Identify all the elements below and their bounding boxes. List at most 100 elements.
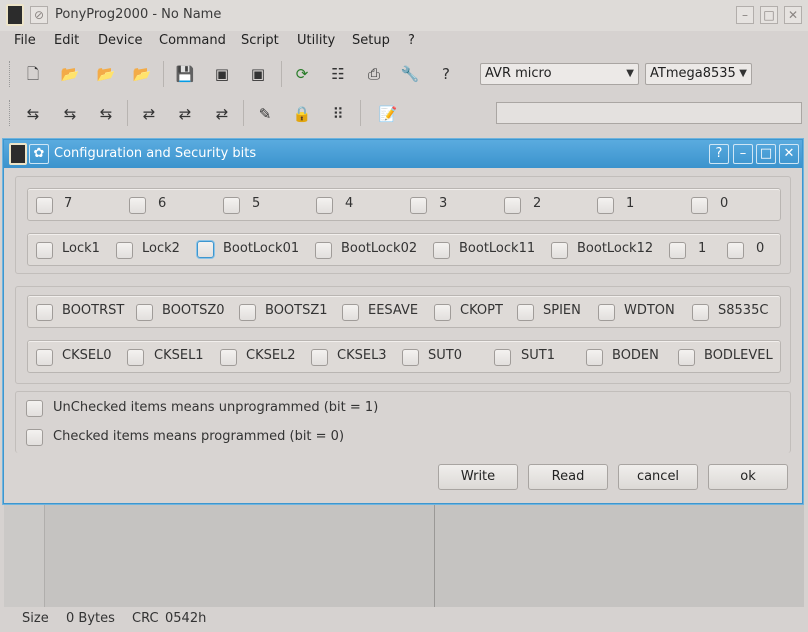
bootrst-checkbox[interactable] bbox=[36, 304, 53, 321]
boden-checkbox[interactable] bbox=[586, 349, 603, 366]
menu-device[interactable]: Device bbox=[98, 33, 142, 48]
toolbar-grip[interactable] bbox=[9, 100, 13, 126]
sut1-checkbox[interactable] bbox=[494, 349, 511, 366]
legend-checked-checkbox[interactable] bbox=[26, 429, 43, 446]
bootsz0-checkbox[interactable] bbox=[136, 304, 153, 321]
maximize-icon[interactable]: □ bbox=[760, 6, 778, 24]
dialog-minimize-icon[interactable]: – bbox=[733, 144, 753, 164]
menu-file[interactable]: File bbox=[14, 33, 36, 48]
bit-3-checkbox[interactable] bbox=[410, 197, 427, 214]
bit-7-checkbox[interactable] bbox=[36, 197, 53, 214]
print-icon[interactable]: ⎙ bbox=[361, 62, 387, 86]
minimize-icon[interactable]: – bbox=[736, 6, 754, 24]
write-data-icon[interactable]: ⇄ bbox=[209, 102, 235, 126]
app-icon[interactable] bbox=[6, 4, 24, 26]
cksel3-checkbox[interactable] bbox=[311, 349, 328, 366]
eesave-checkbox[interactable] bbox=[342, 304, 359, 321]
read-program-icon[interactable]: ⇆ bbox=[57, 102, 83, 126]
dialog-menu-icon[interactable]: ✿ bbox=[29, 144, 49, 164]
toolbar-separator bbox=[127, 100, 128, 126]
menu-command[interactable]: Command bbox=[159, 33, 226, 48]
cksel0-checkbox[interactable] bbox=[36, 349, 53, 366]
write-all-icon[interactable]: ⇄ bbox=[136, 102, 162, 126]
bootlock01-checkbox[interactable] bbox=[197, 241, 214, 258]
read-all-icon[interactable]: ⇆ bbox=[20, 102, 46, 126]
bodlevel-checkbox[interactable] bbox=[678, 349, 695, 366]
menu-script[interactable]: Script bbox=[241, 33, 279, 48]
cksel1-checkbox[interactable] bbox=[127, 349, 144, 366]
bit-2-checkbox[interactable] bbox=[504, 197, 521, 214]
bit-6-checkbox[interactable] bbox=[129, 197, 146, 214]
open-program-icon[interactable]: 📂 bbox=[93, 62, 119, 86]
setup-icon[interactable]: 🔧 bbox=[397, 62, 423, 86]
bootlock12-label: BootLock12 bbox=[577, 241, 654, 256]
reload-icon[interactable]: ⟳ bbox=[289, 62, 315, 86]
lock-bit-0-label: 0 bbox=[756, 241, 765, 256]
cancel-button[interactable]: cancel bbox=[618, 464, 698, 490]
config-bits-icon[interactable]: ⠿ bbox=[325, 102, 351, 126]
note-field[interactable] bbox=[496, 102, 802, 124]
toolbar-separator bbox=[360, 100, 361, 126]
menu-setup[interactable]: Setup bbox=[352, 33, 390, 48]
bit-1-checkbox[interactable] bbox=[597, 197, 614, 214]
save-program-icon[interactable]: ▣ bbox=[209, 62, 235, 86]
new-file-icon[interactable]: 🗋 bbox=[20, 62, 46, 86]
bit-4-checkbox[interactable] bbox=[316, 197, 333, 214]
write-program-icon[interactable]: ⇄ bbox=[172, 102, 198, 126]
lock-icon[interactable]: 🔒 bbox=[289, 102, 315, 126]
menu-utility[interactable]: Utility bbox=[297, 33, 335, 48]
bootlock11-checkbox[interactable] bbox=[433, 242, 450, 259]
lock2-checkbox[interactable] bbox=[116, 242, 133, 259]
dialog-maximize-icon[interactable]: □ bbox=[756, 144, 776, 164]
close-icon[interactable]: ✕ bbox=[784, 6, 802, 24]
device-family-value: AVR micro bbox=[485, 66, 552, 81]
bootsz0-label: BOOTSZ0 bbox=[162, 303, 225, 318]
bit-3-label: 3 bbox=[439, 196, 448, 211]
toolbar-grip[interactable] bbox=[9, 61, 13, 87]
dialog-close-icon[interactable]: ✕ bbox=[779, 144, 799, 164]
wdton-checkbox[interactable] bbox=[598, 304, 615, 321]
save-icon[interactable]: 💾 bbox=[172, 62, 198, 86]
lock-bit-0-checkbox[interactable] bbox=[727, 242, 744, 259]
bit-5-label: 5 bbox=[252, 196, 261, 211]
dialog-app-icon bbox=[9, 143, 27, 165]
device-model-select[interactable]: ATmega8535 ▼ bbox=[645, 63, 752, 85]
lock1-checkbox[interactable] bbox=[36, 242, 53, 259]
dialog-title: Configuration and Security bits bbox=[54, 146, 257, 161]
read-button[interactable]: Read bbox=[528, 464, 608, 490]
read-data-icon[interactable]: ⇆ bbox=[93, 102, 119, 126]
edit-buffer-icon[interactable]: ☷ bbox=[325, 62, 351, 86]
save-data-icon[interactable]: ▣ bbox=[245, 62, 271, 86]
bootlock11-label: BootLock11 bbox=[459, 241, 536, 256]
menu-help[interactable]: ? bbox=[408, 33, 415, 48]
bootlock12-checkbox[interactable] bbox=[551, 242, 568, 259]
help-icon[interactable]: ? bbox=[433, 62, 459, 86]
legend-unchecked-checkbox[interactable] bbox=[26, 400, 43, 417]
s8535c-checkbox[interactable] bbox=[692, 304, 709, 321]
status-bar: Size 0 Bytes CRC 0542h bbox=[0, 607, 808, 632]
bit-0-checkbox[interactable] bbox=[691, 197, 708, 214]
open-file-icon[interactable]: 📂 bbox=[57, 62, 83, 86]
write-button[interactable]: Write bbox=[438, 464, 518, 490]
open-data-icon[interactable]: 📂 bbox=[129, 62, 155, 86]
device-family-select[interactable]: AVR micro ▼ bbox=[480, 63, 639, 85]
bit-5-checkbox[interactable] bbox=[223, 197, 240, 214]
erase-icon[interactable]: ✎ bbox=[252, 102, 278, 126]
menu-edit[interactable]: Edit bbox=[54, 33, 79, 48]
bootlock01-label: BootLock01 bbox=[223, 241, 300, 256]
script-icon[interactable]: 📝 bbox=[375, 102, 401, 126]
sut0-checkbox[interactable] bbox=[402, 349, 419, 366]
spien-checkbox[interactable] bbox=[517, 304, 534, 321]
bootlock02-checkbox[interactable] bbox=[315, 242, 332, 259]
status-crc-label: CRC bbox=[132, 611, 159, 626]
ckopt-checkbox[interactable] bbox=[434, 304, 451, 321]
fuse-bits-group: BOOTRST BOOTSZ0 BOOTSZ1 EESAVE CKOPT SPI… bbox=[15, 286, 791, 384]
ok-button[interactable]: ok bbox=[708, 464, 788, 490]
sut1-label: SUT1 bbox=[521, 348, 555, 363]
dialog-help-icon[interactable]: ? bbox=[709, 144, 729, 164]
window-menu-icon[interactable]: ⊘ bbox=[30, 6, 48, 24]
cksel1-label: CKSEL1 bbox=[154, 348, 204, 363]
bootsz1-checkbox[interactable] bbox=[239, 304, 256, 321]
lock-bit-1-checkbox[interactable] bbox=[669, 242, 686, 259]
cksel2-checkbox[interactable] bbox=[220, 349, 237, 366]
